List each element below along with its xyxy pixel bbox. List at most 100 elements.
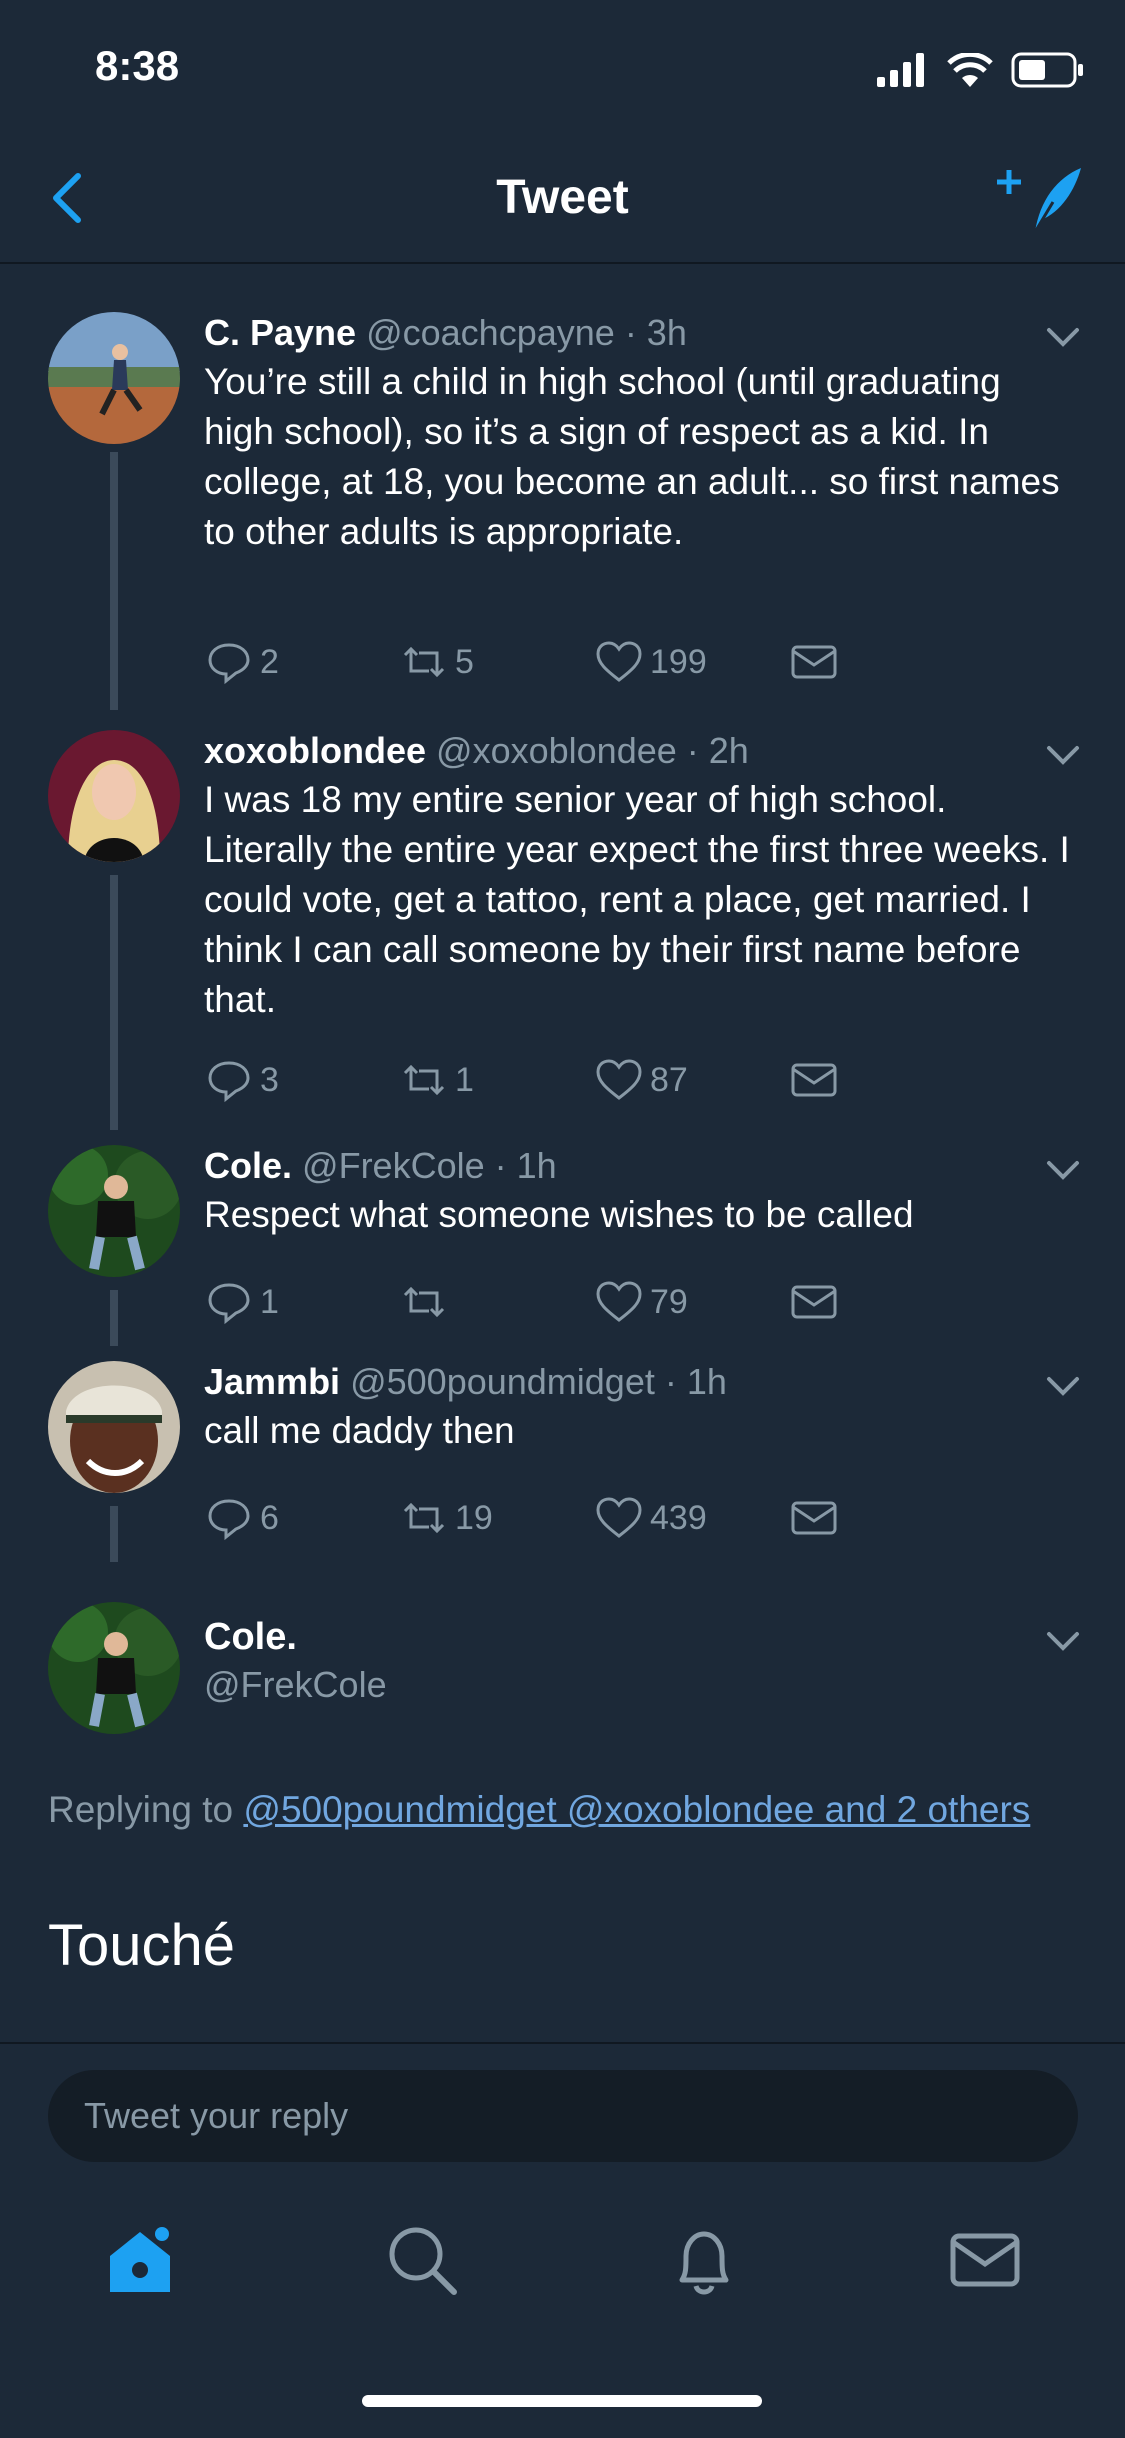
envelope-icon: [791, 645, 837, 679]
like-count: 79: [650, 1282, 688, 1321]
retweet-count: 1: [455, 1060, 474, 1099]
replying-to-links[interactable]: @500poundmidget @xoxoblondee and 2 other…: [243, 1789, 1030, 1830]
tweet-actions: 6 19 439: [204, 1488, 984, 1548]
reply-icon: [208, 1061, 250, 1103]
like-button[interactable]: 87: [594, 1050, 789, 1110]
retweet-icon: [403, 1064, 445, 1096]
display-name[interactable]: Cole.: [204, 1616, 297, 1659]
chevron-down-icon[interactable]: [1041, 1147, 1085, 1191]
envelope-icon: [791, 1285, 837, 1319]
tweet-text: I was 18 my entire senior year of high s…: [204, 779, 1070, 1020]
heart-icon: [596, 1059, 642, 1100]
retweet-button[interactable]: [399, 1272, 594, 1332]
username[interactable]: @FrekCole: [302, 1145, 485, 1186]
reply-count: 6: [260, 1498, 279, 1537]
username[interactable]: @xoxoblondee: [436, 730, 677, 771]
focused-tweet: Cole. @FrekCole Replying to @500poundmid…: [0, 1562, 1125, 2042]
reply-icon: [208, 643, 250, 685]
thread-line: [110, 1506, 118, 1562]
tweet-actions: 1 79: [204, 1272, 984, 1332]
wifi-icon: [947, 53, 993, 87]
username[interactable]: @500poundmidget: [350, 1361, 655, 1402]
tweet-item[interactable]: Jammbi @500poundmidget · 1h call me dadd…: [0, 1346, 1125, 1562]
status-bar: 8:38: [0, 0, 1125, 140]
avatar[interactable]: [48, 1602, 180, 1734]
like-count: 199: [650, 642, 707, 681]
tweet-actions: 3 1 87: [204, 1050, 984, 1110]
reply-button[interactable]: 1: [204, 1272, 399, 1332]
tweet-text: Respect what someone wishes to be called: [204, 1194, 914, 1235]
reply-button[interactable]: 2: [204, 632, 399, 692]
search-icon[interactable]: [382, 2220, 462, 2300]
avatar[interactable]: [48, 312, 180, 444]
like-count: 87: [650, 1060, 688, 1099]
thread-line: [110, 875, 118, 1130]
message-button[interactable]: [789, 1272, 984, 1332]
heart-icon: [596, 641, 642, 682]
heart-icon: [596, 1281, 642, 1322]
message-button[interactable]: [789, 1050, 984, 1110]
chevron-down-icon[interactable]: [1041, 732, 1085, 776]
battery-icon: [1011, 52, 1083, 88]
reply-button[interactable]: 3: [204, 1050, 399, 1110]
thread-line: [110, 452, 118, 710]
tweet-text: Touché: [48, 1913, 236, 1978]
thread-line: [110, 1290, 118, 1346]
message-button[interactable]: [789, 632, 984, 692]
tweet-header: C. Payne @coachcpayne · 3h: [204, 312, 687, 354]
tweet-header: Jammbi @500poundmidget · 1h: [204, 1361, 727, 1403]
message-button[interactable]: [789, 1488, 984, 1548]
reply-count: 2: [260, 642, 279, 681]
home-indicator: [362, 2395, 762, 2407]
tweet-item[interactable]: xoxoblondee @xoxoblondee · 2h I was 18 m…: [0, 710, 1125, 1130]
username[interactable]: @coachcpayne: [366, 312, 615, 353]
status-time: 8:38: [95, 42, 180, 89]
display-name[interactable]: xoxoblondee: [204, 730, 426, 771]
display-name[interactable]: Jammbi: [204, 1361, 340, 1402]
reply-icon: [208, 1499, 250, 1541]
reply-input[interactable]: Tweet your reply: [48, 2070, 1078, 2162]
retweet-icon: [403, 1286, 445, 1318]
chevron-down-icon[interactable]: [1041, 314, 1085, 358]
replying-to: Replying to @500poundmidget @xoxoblondee…: [48, 1782, 1048, 1838]
display-name[interactable]: Cole.: [204, 1145, 292, 1186]
tweet-header: Cole. @FrekCole · 1h: [204, 1145, 557, 1187]
retweet-count: 19: [455, 1498, 493, 1537]
retweet-button[interactable]: 1: [399, 1050, 594, 1110]
display-name[interactable]: C. Payne: [204, 312, 356, 353]
avatar[interactable]: [48, 1361, 180, 1493]
reply-button[interactable]: 6: [204, 1488, 399, 1548]
username[interactable]: @FrekCole: [204, 1664, 387, 1706]
timestamp: · 2h: [686, 730, 749, 771]
chevron-down-icon[interactable]: [1041, 1363, 1085, 1407]
tab-bar: [0, 2210, 1125, 2330]
reply-count: 3: [260, 1060, 279, 1099]
retweet-button[interactable]: 19: [399, 1488, 594, 1548]
compose-tweet-icon[interactable]: [995, 160, 1085, 240]
chevron-down-icon[interactable]: [1041, 1618, 1085, 1662]
like-button[interactable]: 439: [594, 1488, 789, 1548]
timestamp: · 1h: [664, 1361, 727, 1402]
like-count: 439: [650, 1498, 707, 1537]
notifications-bell-icon[interactable]: [664, 2220, 744, 2300]
heart-icon: [596, 1497, 642, 1538]
page-title: Tweet: [496, 171, 629, 224]
avatar[interactable]: [48, 1145, 180, 1277]
tweet-text: You’re still a child in high school (unt…: [204, 361, 1060, 552]
like-button[interactable]: 79: [594, 1272, 789, 1332]
reply-count: 1: [260, 1282, 279, 1321]
retweet-count: 5: [455, 642, 474, 681]
retweet-button[interactable]: 5: [399, 632, 594, 692]
signal-icon: [877, 53, 924, 87]
envelope-icon: [791, 1063, 837, 1097]
timestamp: · 1h: [494, 1145, 557, 1186]
tweet-item[interactable]: C. Payne @coachcpayne · 3h You’re still …: [0, 262, 1125, 710]
like-button[interactable]: 199: [594, 632, 789, 692]
messages-envelope-icon[interactable]: [945, 2220, 1025, 2300]
avatar[interactable]: [48, 730, 180, 862]
tweet-item[interactable]: Cole. @FrekCole · 1h Respect what someon…: [0, 1130, 1125, 1346]
envelope-icon: [791, 1501, 837, 1535]
tweet-text: call me daddy then: [204, 1410, 515, 1451]
retweet-icon: [403, 646, 445, 678]
home-icon[interactable]: [100, 2220, 180, 2300]
